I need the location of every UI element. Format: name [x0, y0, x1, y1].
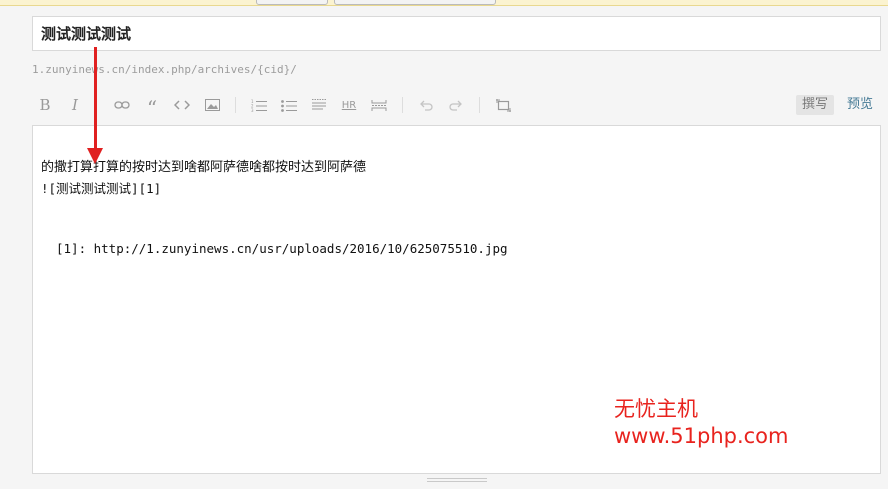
preview-mode-tab[interactable]: 预览 [841, 95, 879, 115]
code-button[interactable] [169, 91, 195, 119]
image-icon [204, 99, 220, 111]
link-icon [114, 101, 130, 109]
editor-resize-handle[interactable] [427, 478, 487, 484]
write-mode-tab[interactable]: 撰写 [795, 95, 834, 115]
svg-text:3: 3 [251, 108, 254, 112]
link-button[interactable] [109, 91, 135, 119]
watermark-url: www.51php.com [614, 424, 789, 448]
heading-button[interactable] [306, 91, 332, 119]
watermark-brand: 无忧主机 [614, 397, 698, 421]
redo-button[interactable] [443, 91, 469, 119]
markdown-editor[interactable]: 的撒打算打算的按时达到啥都阿萨德啥都按时达到阿萨德 ![测试测试测试][1] [… [32, 125, 881, 474]
quote-button[interactable]: “ [139, 91, 165, 120]
editor-toolbar: B I “ 123 HR 撰写 预览 [32, 91, 881, 120]
annotation-arrow-head [87, 148, 103, 164]
ordered-list-button[interactable]: 123 [246, 91, 272, 119]
ordered-list-icon: 123 [251, 99, 267, 112]
heading-icon [312, 99, 326, 110]
undo-button[interactable] [413, 91, 439, 119]
post-title-input[interactable] [32, 16, 881, 51]
undo-icon [420, 100, 433, 111]
bullet-list-icon [281, 99, 297, 112]
annotation-arrow-shaft [94, 47, 97, 152]
toolbar-divider [235, 97, 236, 113]
toolbar-divider [479, 97, 480, 113]
permalink-url: 1.zunyinews.cn/index.php/archives/{cid}/ [32, 63, 297, 76]
fullscreen-button[interactable] [490, 91, 516, 119]
code-icon [174, 100, 190, 110]
italic-button[interactable]: I [62, 91, 88, 119]
redo-icon [449, 100, 462, 111]
image-button[interactable] [199, 91, 225, 119]
top-button-left[interactable] [256, 0, 328, 5]
bold-button[interactable]: B [32, 91, 58, 119]
bullet-list-button[interactable] [276, 91, 302, 119]
editor-line: ![测试测试测试][1] [41, 181, 162, 196]
top-button-right[interactable] [334, 0, 496, 5]
editor-line: [1]: http://1.zunyinews.cn/usr/uploads/2… [56, 241, 508, 256]
page-break-icon [371, 99, 387, 111]
more-button[interactable] [366, 91, 392, 119]
fullscreen-icon [495, 98, 511, 112]
toolbar-divider [402, 97, 403, 113]
horizontal-rule-button[interactable]: HR [336, 91, 362, 119]
top-notice-bar [0, 0, 888, 6]
